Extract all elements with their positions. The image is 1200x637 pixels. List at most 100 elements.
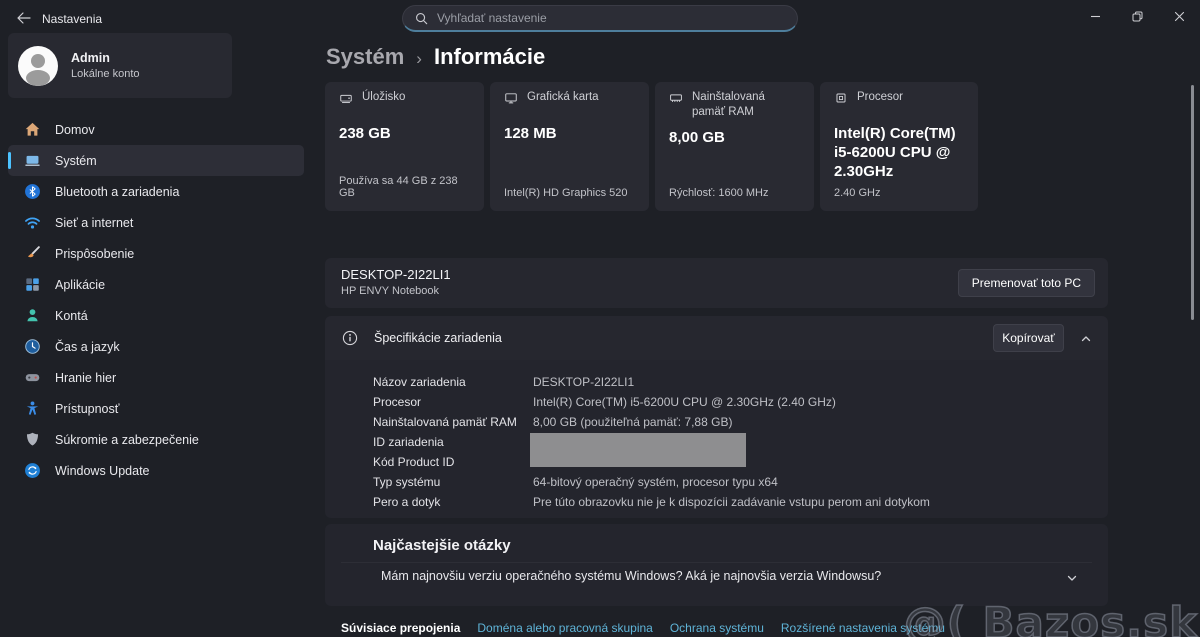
- sidebar-item-label: Bluetooth a zariadenia: [55, 185, 179, 199]
- home-icon: [24, 121, 41, 138]
- app-title: Nastavenia: [42, 12, 102, 26]
- breadcrumb-separator-icon: ›: [416, 49, 422, 69]
- spec-row: Pero a dotyk Pre túto obrazovku nie je k…: [373, 492, 1108, 512]
- apps-icon: [24, 276, 41, 293]
- faq-panel: Najčastejšie otázky Mám najnovšiu verziu…: [325, 524, 1108, 606]
- spec-row: Nainštalovaná pamäť RAM 8,00 GB (použite…: [373, 412, 1108, 432]
- sidebar-item-windows-update[interactable]: Windows Update: [8, 455, 304, 486]
- link-domain-workgroup[interactable]: Doména alebo pracovná skupina: [477, 621, 652, 635]
- sidebar-item-accessibility[interactable]: Prístupnosť: [8, 393, 304, 424]
- sidebar-item-label: Prispôsobenie: [55, 247, 134, 261]
- sidebar-item-label: Systém: [55, 154, 97, 168]
- cpu-icon: [834, 90, 848, 116]
- spec-value: Intel(R) Core(TM) i5-6200U CPU @ 2.30GHz…: [533, 395, 836, 409]
- faq-question[interactable]: Mám najnovšiu verziu operačného systému …: [381, 569, 881, 583]
- card-value: Intel(R) Core(TM) i5-6200U CPU @ 2.30GHz: [834, 124, 964, 181]
- sidebar-item-label: Kontá: [55, 309, 88, 323]
- sidebar-item-accounts[interactable]: Kontá: [8, 300, 304, 331]
- related-links-title: Súvisiace prepojenia: [341, 621, 460, 635]
- sidebar-item-apps[interactable]: Aplikácie: [8, 269, 304, 300]
- sidebar-item-gaming[interactable]: Hranie hier: [8, 362, 304, 393]
- related-links: Súvisiace prepojenia Doména alebo pracov…: [341, 621, 945, 635]
- device-name-panel: DESKTOP-2I22LI1 HP ENVY Notebook Premeno…: [325, 258, 1108, 308]
- ram-icon: [669, 90, 683, 120]
- user-account-card[interactable]: Admin Lokálne konto: [8, 33, 232, 98]
- card-title: Úložisko: [362, 90, 405, 116]
- spec-row: Názov zariadenia DESKTOP-2I22LI1: [373, 372, 1108, 392]
- rename-pc-button[interactable]: Premenovať toto PC: [958, 269, 1095, 297]
- spec-label: Kód Product ID: [373, 455, 533, 469]
- graphics-card[interactable]: Grafická karta 128 MB Intel(R) HD Graphi…: [490, 82, 649, 211]
- spec-label: ID zariadenia: [373, 435, 533, 449]
- search-box[interactable]: [402, 5, 798, 32]
- redacted-overlay: [530, 433, 746, 467]
- device-specs-title: Špecifikácie zariadenia: [374, 331, 502, 345]
- back-button[interactable]: [16, 11, 32, 25]
- chevron-down-icon[interactable]: [1066, 571, 1078, 589]
- window-controls: [1074, 0, 1200, 33]
- spec-label: Názov zariadenia: [373, 375, 533, 389]
- info-icon: [342, 330, 358, 346]
- device-specs-content: Názov zariadenia DESKTOP-2I22LI1 Proceso…: [325, 360, 1108, 518]
- sidebar-item-label: Windows Update: [55, 464, 150, 478]
- sidebar-item-privacy-security[interactable]: Súkromie a zabezpečenie: [8, 424, 304, 455]
- ram-card[interactable]: Nainštalovaná pamäť RAM 8,00 GB Rýchlosť…: [655, 82, 814, 211]
- storage-icon: [339, 90, 353, 116]
- bluetooth-icon: [24, 183, 41, 200]
- card-title: Grafická karta: [527, 90, 599, 116]
- scrollbar[interactable]: [1191, 85, 1194, 320]
- breadcrumb-parent[interactable]: Systém: [326, 44, 404, 70]
- page-title: Informácie: [434, 44, 545, 70]
- sidebar-nav: Domov Systém Bluetooth a zariadenia Sieť…: [8, 114, 304, 486]
- spec-label: Nainštalovaná pamäť RAM: [373, 415, 533, 429]
- wifi-icon: [24, 214, 41, 231]
- copy-button[interactable]: Kopírovať: [993, 324, 1064, 352]
- minimize-button[interactable]: [1074, 0, 1116, 33]
- faq-title: Najčastejšie otázky: [373, 537, 511, 554]
- sidebar-item-bluetooth-devices[interactable]: Bluetooth a zariadenia: [8, 176, 304, 207]
- card-title: Nainštalovaná pamäť RAM: [692, 90, 800, 120]
- card-subtitle: Intel(R) HD Graphics 520: [504, 187, 635, 199]
- sidebar-item-system[interactable]: Systém: [8, 145, 304, 176]
- sidebar-item-label: Prístupnosť: [55, 402, 119, 416]
- summary-cards: Úložisko 238 GB Používa sa 44 GB z 238 G…: [325, 82, 978, 211]
- card-value: 238 GB: [339, 124, 470, 143]
- paintbrush-icon: [24, 245, 41, 262]
- gamepad-icon: [24, 369, 41, 386]
- storage-card[interactable]: Úložisko 238 GB Používa sa 44 GB z 238 G…: [325, 82, 484, 211]
- card-subtitle: 2.40 GHz: [834, 187, 964, 199]
- card-value: 128 MB: [504, 124, 635, 143]
- spec-value: 64-bitový operačný systém, procesor typu…: [533, 475, 778, 489]
- spec-row: Typ systému 64-bitový operačný systém, p…: [373, 472, 1108, 492]
- card-value: 8,00 GB: [669, 128, 800, 147]
- sidebar-item-label: Aplikácie: [55, 278, 105, 292]
- spec-label: Procesor: [373, 395, 533, 409]
- card-title: Procesor: [857, 90, 903, 116]
- breadcrumb: Systém › Informácie: [326, 44, 545, 70]
- avatar: [18, 46, 58, 86]
- accessibility-icon: [24, 400, 41, 417]
- user-name: Admin: [71, 51, 140, 65]
- user-account-type: Lokálne konto: [71, 68, 140, 80]
- sidebar-item-label: Súkromie a zabezpečenie: [55, 433, 199, 447]
- sidebar-item-home[interactable]: Domov: [8, 114, 304, 145]
- update-icon: [24, 462, 41, 479]
- sidebar-item-label: Domov: [55, 123, 95, 137]
- sidebar-item-label: Hranie hier: [55, 371, 116, 385]
- spec-value: 8,00 GB (použiteľná pamäť: 7,88 GB): [533, 415, 732, 429]
- monitor-icon: [504, 90, 518, 116]
- sidebar-item-time-language[interactable]: Čas a jazyk: [8, 331, 304, 362]
- link-system-protection[interactable]: Ochrana systému: [670, 621, 764, 635]
- device-specs-header[interactable]: Špecifikácie zariadenia Kopírovať: [325, 316, 1108, 360]
- sidebar-item-personalization[interactable]: Prispôsobenie: [8, 238, 304, 269]
- link-advanced-system-settings[interactable]: Rozšírené nastavenia systému: [781, 621, 945, 635]
- card-subtitle: Rýchlosť: 1600 MHz: [669, 187, 800, 199]
- search-input[interactable]: [437, 11, 785, 25]
- restore-button[interactable]: [1116, 0, 1158, 33]
- spec-row: Procesor Intel(R) Core(TM) i5-6200U CPU …: [373, 392, 1108, 412]
- chevron-up-icon[interactable]: [1080, 332, 1092, 350]
- sidebar-item-network-internet[interactable]: Sieť a internet: [8, 207, 304, 238]
- close-button[interactable]: [1158, 0, 1200, 33]
- spec-label: Typ systému: [373, 475, 533, 489]
- processor-card[interactable]: Procesor Intel(R) Core(TM) i5-6200U CPU …: [820, 82, 978, 211]
